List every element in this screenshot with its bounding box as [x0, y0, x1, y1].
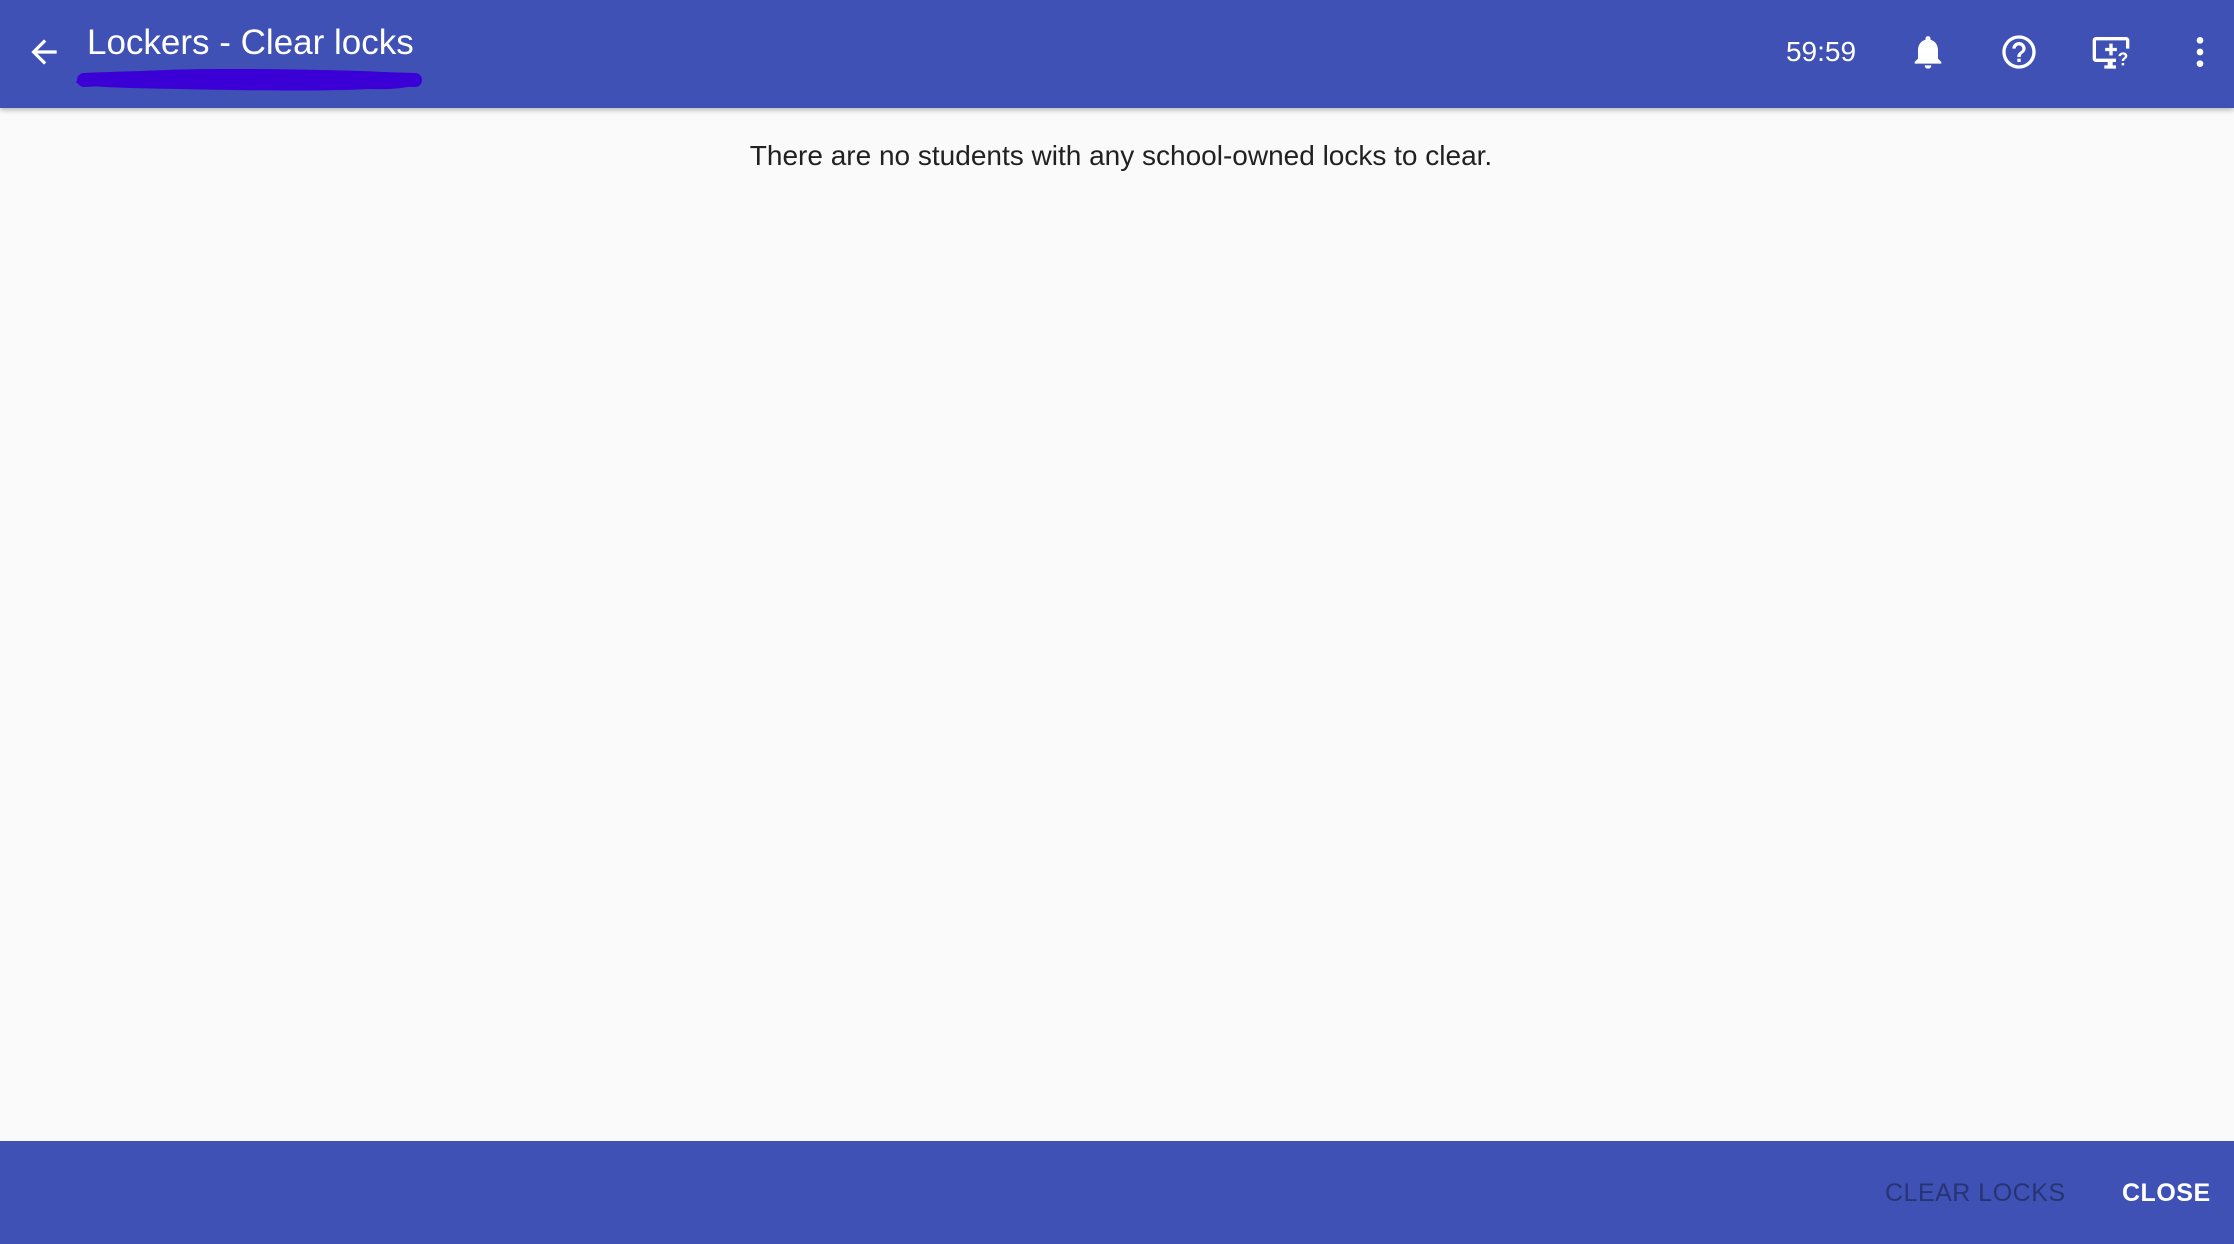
back-button[interactable] — [16, 26, 72, 82]
page: Lockers - Clear locks 59:59 There are no… — [0, 0, 2234, 1244]
main-content: There are no students with any school-ow… — [0, 108, 2234, 1141]
bottom-action-bar: CLEAR LOCKS CLOSE — [0, 1141, 2234, 1244]
page-title: Lockers - Clear locks — [87, 23, 414, 62]
more-vertical-icon — [2180, 32, 2220, 77]
title-area: Lockers - Clear locks — [70, 14, 440, 94]
help-circle-icon — [1999, 32, 2039, 77]
help-button[interactable] — [1991, 26, 2047, 82]
clear-locks-button[interactable]: CLEAR LOCKS — [1869, 1167, 2082, 1219]
remote-support-button[interactable] — [2083, 26, 2139, 82]
bell-icon — [1908, 32, 1948, 77]
more-options-button[interactable] — [2174, 26, 2226, 82]
arrow-back-icon — [25, 33, 63, 76]
close-button[interactable]: CLOSE — [2106, 1167, 2227, 1219]
session-timer: 59:59 — [1785, 36, 1857, 67]
notifications-button[interactable] — [1900, 26, 1956, 82]
remote-support-icon — [2091, 32, 2131, 77]
empty-state-message: There are no students with any school-ow… — [749, 140, 1493, 171]
top-app-bar: Lockers - Clear locks 59:59 — [0, 0, 2234, 108]
